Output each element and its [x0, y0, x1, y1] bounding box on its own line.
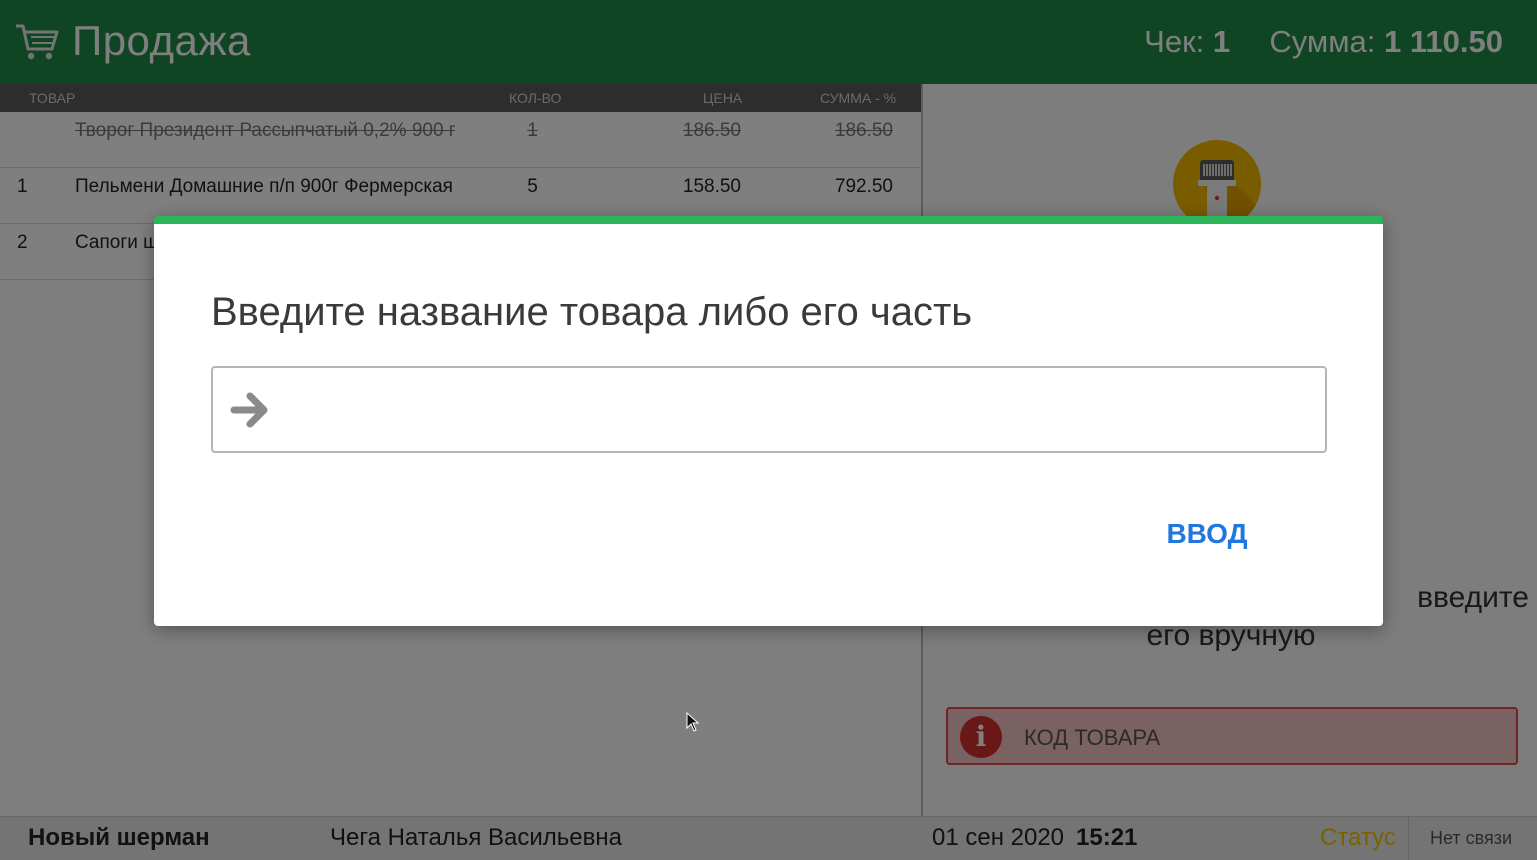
- dialog-title: Введите название товара либо его часть: [211, 290, 973, 334]
- search-input[interactable]: [289, 378, 1309, 442]
- product-search-dialog: Введите название товара либо его часть В…: [154, 216, 1383, 626]
- search-field[interactable]: [211, 366, 1327, 453]
- submit-button[interactable]: ВВОД: [1162, 512, 1252, 556]
- arrow-right-icon: [230, 392, 268, 428]
- mouse-cursor-icon: [686, 712, 700, 732]
